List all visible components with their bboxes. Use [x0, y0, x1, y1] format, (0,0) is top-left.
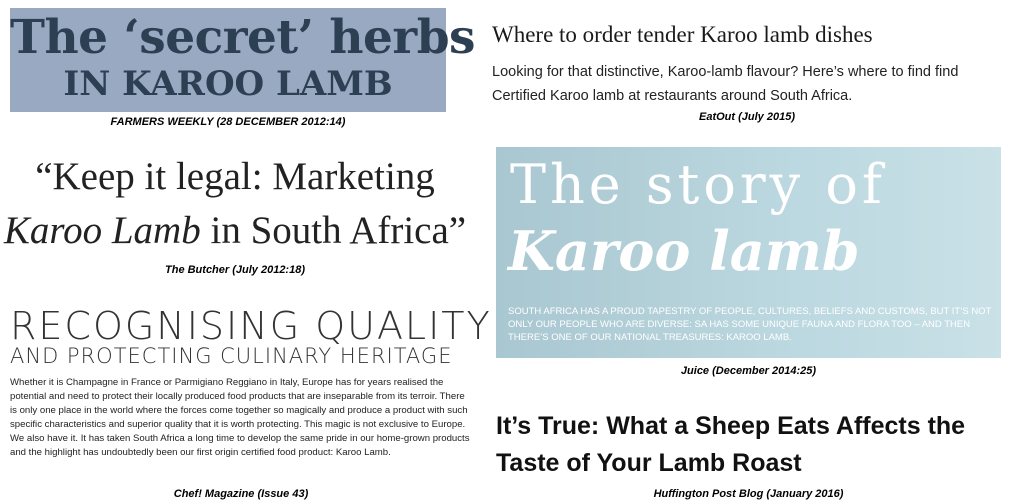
farmers-weekly-headline-line2: IN KAROO LAMB	[63, 64, 393, 104]
butcher-quote-italic: Karoo Lamb	[3, 209, 201, 252]
butcher-quote: “Keep it legal: Marketing Karoo Lamb in …	[0, 150, 470, 258]
huffington-caption: Huffington Post Blog (January 2016)	[653, 488, 844, 500]
eatout-body: Looking for that distinctive, Karoo-lamb…	[492, 64, 959, 104]
huffington-title-line1: It’s True: What a Sheep Eats Affects the	[496, 412, 966, 440]
huffington-title-line2: Taste of Your Lamb Roast	[496, 449, 802, 477]
juice-title-line2: Karoo lamb	[508, 219, 860, 283]
butcher-caption: The Butcher (July 2012:18)	[165, 264, 305, 276]
butcher-quote-part1: “Keep it legal: Marketing	[35, 155, 435, 198]
juice-clipping: The story of Karoo lamb SOUTH AFRICA HAS…	[496, 147, 1001, 358]
chef-caption: Chef! Magazine (Issue 43)	[173, 488, 309, 500]
eatout-title: Where to order tender Karoo lamb dishes	[492, 22, 873, 47]
juice-body: SOUTH AFRICA HAS A PROUD TAPESTRY OF PEO…	[508, 306, 992, 343]
huffington-title: It’s True: What a Sheep Eats Affects the…	[496, 408, 1009, 482]
farmers-weekly-caption: FARMERS WEEKLY (28 DECEMBER 2012:14)	[110, 116, 346, 128]
farmers-weekly-headline-line1: The ‘secret’ herbs	[10, 10, 476, 65]
juice-caption: Juice (December 2014:25)	[680, 365, 817, 377]
juice-title-line1: The story of	[510, 153, 886, 216]
chef-headline-line1: RECOGNISING QUALITY	[10, 304, 492, 348]
eatout-caption: EatOut (July 2015)	[699, 111, 795, 123]
butcher-quote-part2: in South Africa”	[200, 209, 467, 252]
chef-headline-line2: AND PROTECTING CULINARY HERITAGE	[10, 344, 453, 368]
chef-body: Whether it is Champagne in France or Par…	[10, 377, 470, 458]
farmers-weekly-clipping: The ‘secret’ herbs IN KAROO LAMB	[10, 8, 476, 112]
